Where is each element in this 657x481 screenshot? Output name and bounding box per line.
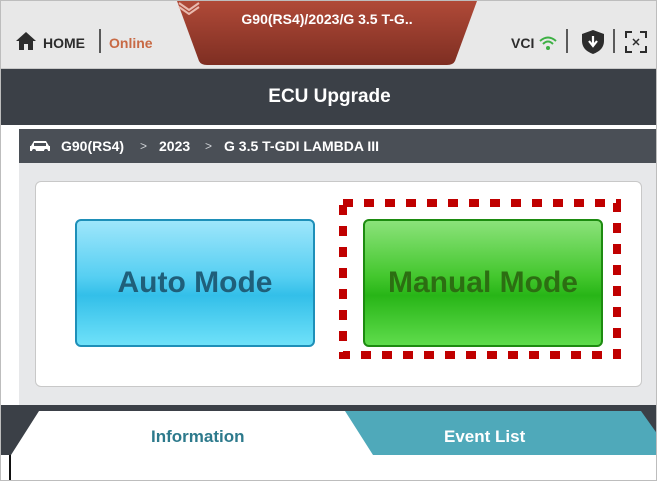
divider bbox=[613, 29, 615, 53]
vci-signal-icon bbox=[539, 36, 557, 50]
shield-icon[interactable] bbox=[580, 29, 606, 55]
chevron-down-icon[interactable] bbox=[177, 1, 201, 15]
highlight-frame bbox=[339, 199, 621, 359]
content-edge bbox=[9, 455, 11, 480]
tab-event-list[interactable]: Event List bbox=[444, 427, 525, 447]
title-bar: ECU Upgrade bbox=[1, 69, 656, 125]
auto-mode-button[interactable]: Auto Mode bbox=[75, 219, 315, 347]
breadcrumb-year[interactable]: 2023 bbox=[159, 138, 190, 154]
breadcrumb-separator: > bbox=[205, 139, 213, 153]
home-icon[interactable] bbox=[15, 31, 37, 51]
connection-status: Online bbox=[109, 35, 153, 51]
vehicle-selector-tab[interactable]: G90(RS4)/2023/G 3.5 T-G.. bbox=[177, 1, 477, 65]
top-bar: HOME Online G90(RS4)/2023/G 3.5 T-G.. VC… bbox=[1, 1, 656, 69]
tab-information[interactable]: Information bbox=[151, 427, 245, 447]
vehicle-title: G90(RS4)/2023/G 3.5 T-G.. bbox=[241, 11, 413, 27]
breadcrumb-separator: > bbox=[140, 139, 148, 153]
ecu-upgrade-screen: HOME Online G90(RS4)/2023/G 3.5 T-G.. VC… bbox=[0, 0, 657, 481]
home-label[interactable]: HOME bbox=[43, 35, 85, 51]
vci-label: VCI bbox=[511, 35, 535, 51]
page-title: ECU Upgrade bbox=[268, 86, 391, 107]
divider bbox=[566, 29, 568, 53]
fullscreen-icon[interactable] bbox=[625, 31, 647, 53]
divider bbox=[99, 29, 101, 53]
breadcrumb: G90(RS4) > 2023 > G 3.5 T-GDI LAMBDA III bbox=[19, 129, 656, 163]
breadcrumb-model[interactable]: G90(RS4) bbox=[61, 138, 124, 154]
breadcrumb-engine[interactable]: G 3.5 T-GDI LAMBDA III bbox=[224, 138, 379, 154]
bottom-tabs: Information Event List bbox=[1, 405, 656, 480]
tab-shapes bbox=[11, 411, 656, 455]
car-icon bbox=[30, 141, 50, 153]
